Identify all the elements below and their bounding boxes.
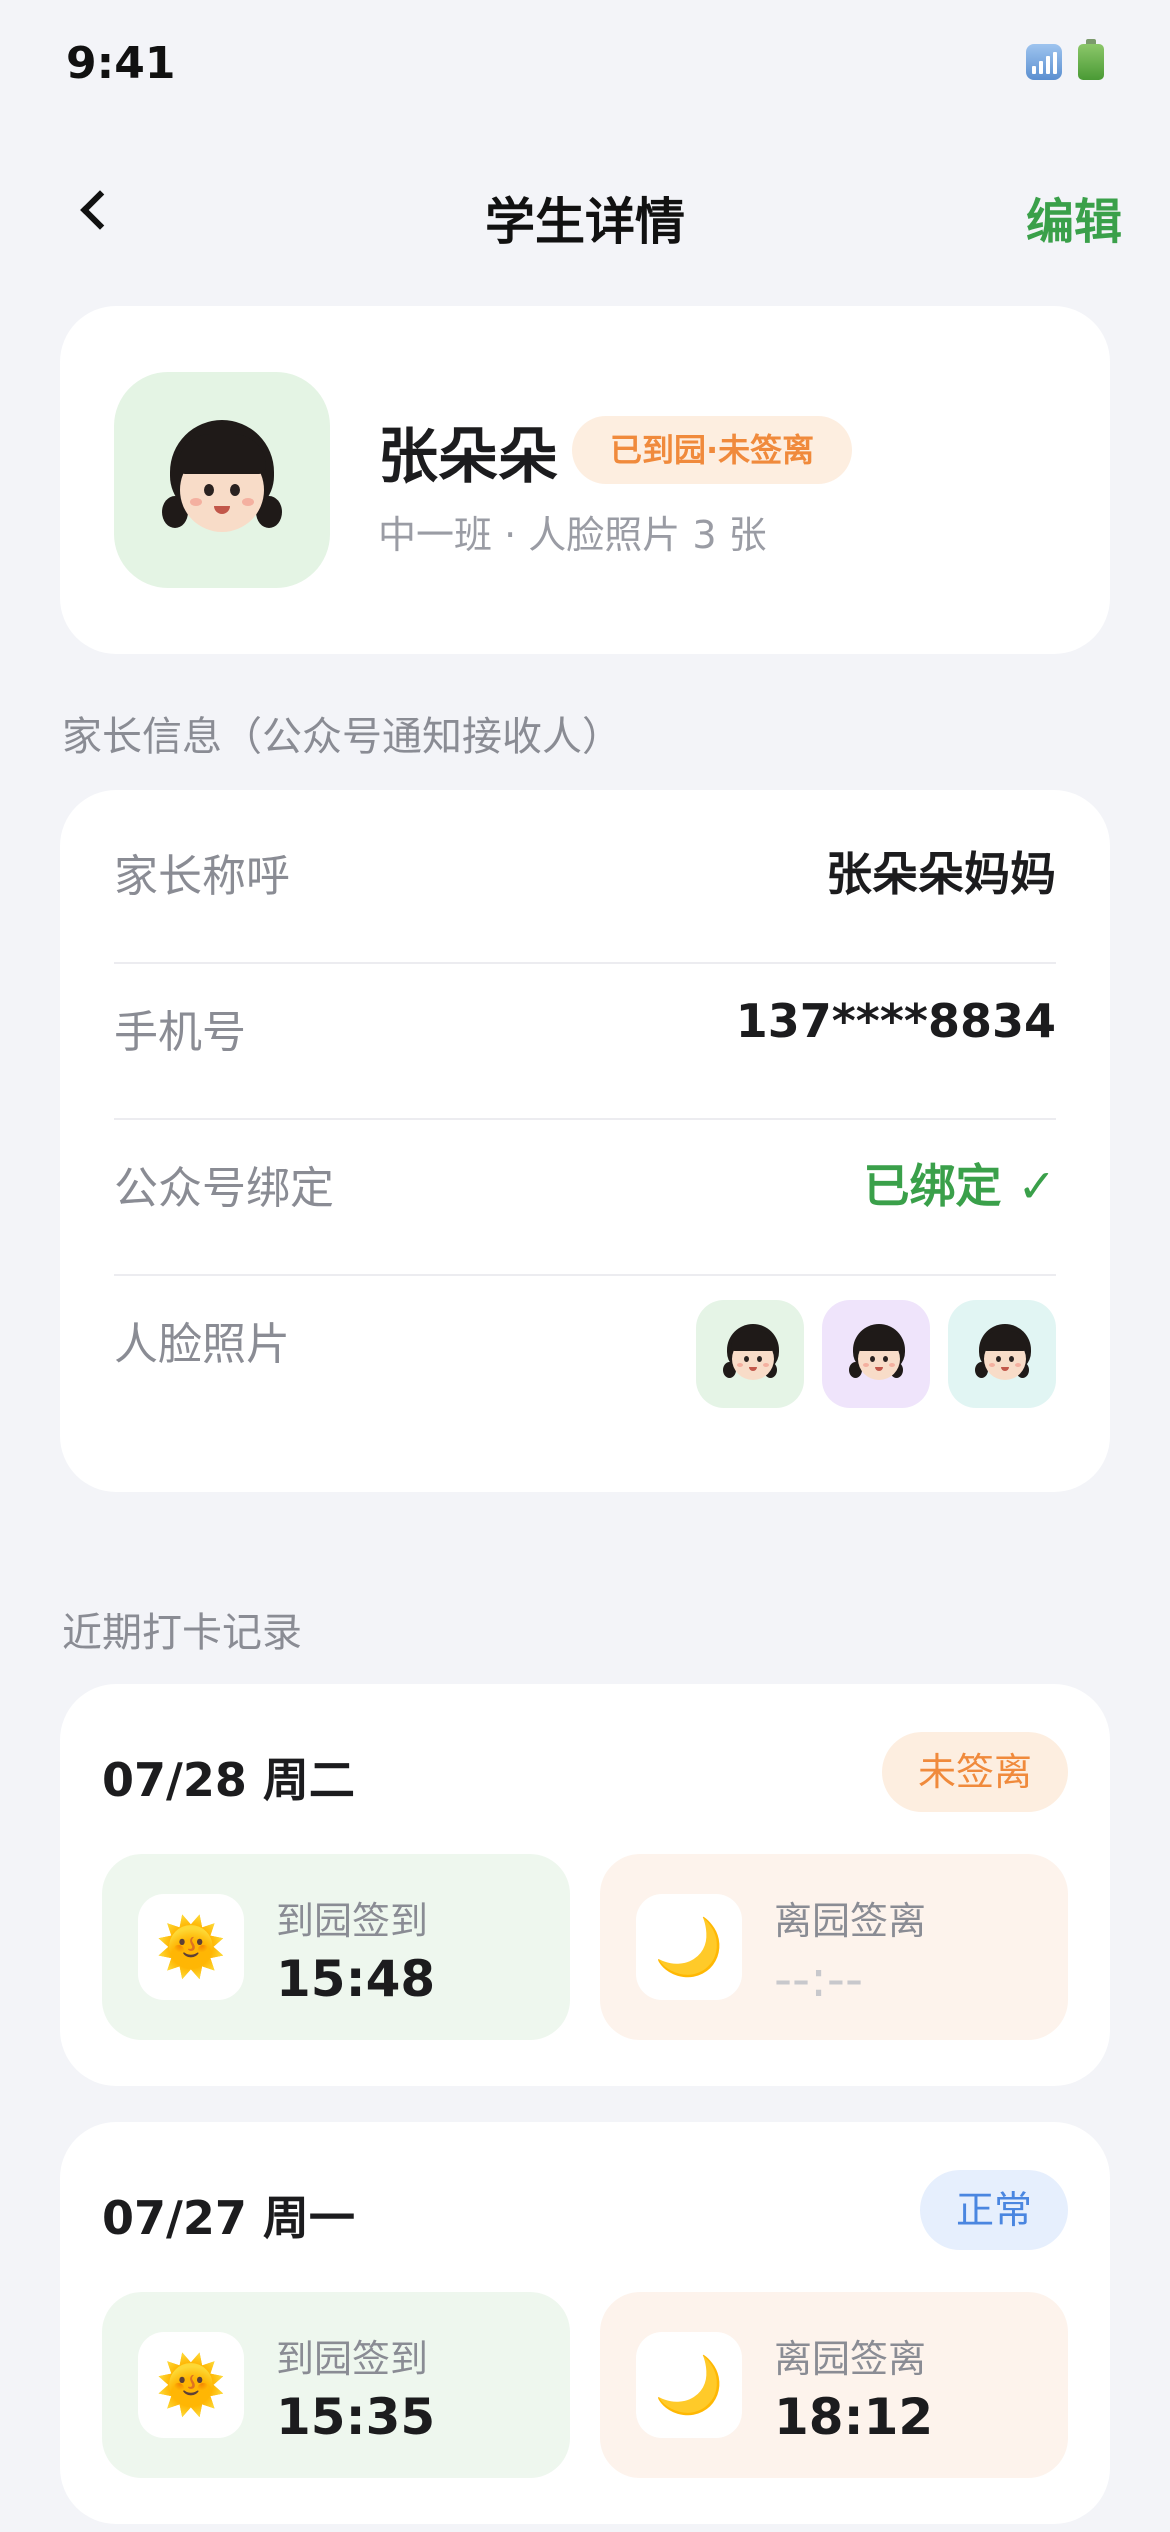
battery-icon [1078, 39, 1104, 80]
avatar [114, 372, 330, 588]
face-photo-list [696, 1300, 1056, 1408]
row-phone: 手机号 137****8834 [114, 946, 1056, 1102]
face-photo-thumb[interactable] [948, 1300, 1056, 1408]
girl-face-icon [975, 1324, 1031, 1384]
girl-face-icon [849, 1324, 905, 1384]
record-date: 07/27 周一 [102, 2191, 355, 2245]
edit-button[interactable]: 编辑 [1026, 182, 1122, 252]
record-card: 07/27 周一 正常 🌞 到园签到 15:35 🌙 离园签离 18:12 [60, 2122, 1110, 2524]
status-icons [1026, 39, 1104, 80]
binding-status: 已绑定 ✓ [863, 1159, 1056, 1213]
checkout-slot: 🌙 离园签离 --:-- [600, 1854, 1068, 2040]
row-value: 张朵朵妈妈 [826, 847, 1056, 901]
checkin-time: 15:35 [276, 2388, 436, 2446]
face-photo-thumb[interactable] [822, 1300, 930, 1408]
record-date: 07/28 周二 [102, 1753, 355, 1807]
student-subtitle: 中一班 · 人脸照片 3 张 [378, 513, 767, 557]
parent-info-card: 家长称呼 张朵朵妈妈 手机号 137****8834 公众号绑定 已绑定 ✓ 人… [60, 790, 1110, 1492]
status-time: 9:41 [66, 38, 176, 89]
sun-icon: 🌞 [138, 1894, 244, 2000]
record-status-badge: 未签离 [881, 1732, 1068, 1812]
nav-bar: 学生详情 编辑 [0, 160, 1170, 260]
row-label: 家长称呼 [114, 851, 290, 902]
status-badge: 已到园·未签离 [572, 416, 853, 484]
status-bar: 9:41 [0, 0, 1170, 140]
row-wechat-binding[interactable]: 公众号绑定 已绑定 ✓ [114, 1102, 1056, 1258]
girl-face-icon [723, 1324, 779, 1384]
moon-icon: 🌙 [636, 1894, 742, 2000]
signal-icon [1026, 44, 1062, 80]
checkout-slot: 🌙 离园签离 18:12 [600, 2292, 1068, 2478]
records-section-title: 近期打卡记录 [62, 1610, 302, 1656]
row-face-photos: 人脸照片 [114, 1258, 1056, 1488]
profile-card: 张朵朵 已到园·未签离 中一班 · 人脸照片 3 张 [60, 306, 1110, 654]
checkout-time: 18:12 [774, 2388, 934, 2446]
row-label: 人脸照片 [114, 1319, 290, 1370]
row-parent-name: 家长称呼 张朵朵妈妈 [114, 790, 1056, 946]
girl-face-icon [162, 420, 282, 540]
checkin-label: 到园签到 [276, 2337, 429, 2381]
page-title: 学生详情 [485, 193, 685, 251]
checkin-time: 15:48 [276, 1950, 436, 2008]
face-photo-thumb[interactable] [696, 1300, 804, 1408]
student-name: 张朵朵 [378, 422, 558, 492]
checkout-label: 离园签离 [774, 1899, 927, 1943]
checkin-slot: 🌞 到园签到 15:35 [102, 2292, 570, 2478]
sun-icon: 🌞 [138, 2332, 244, 2438]
row-label: 公众号绑定 [114, 1163, 334, 1214]
row-label: 手机号 [114, 1007, 246, 1058]
moon-icon: 🌙 [636, 2332, 742, 2438]
parent-section-title: 家长信息（公众号通知接收人） [62, 714, 622, 760]
checkout-time: --:-- [774, 1950, 864, 2008]
record-card: 07/28 周二 未签离 🌞 到园签到 15:48 🌙 离园签离 --:-- [60, 1684, 1110, 2086]
checkin-slot: 🌞 到园签到 15:48 [102, 1854, 570, 2040]
checkin-label: 到园签到 [276, 1899, 429, 1943]
row-value: 137****8834 [735, 994, 1056, 1048]
record-status-badge: 正常 [919, 2170, 1068, 2250]
checkout-label: 离园签离 [774, 2337, 927, 2381]
